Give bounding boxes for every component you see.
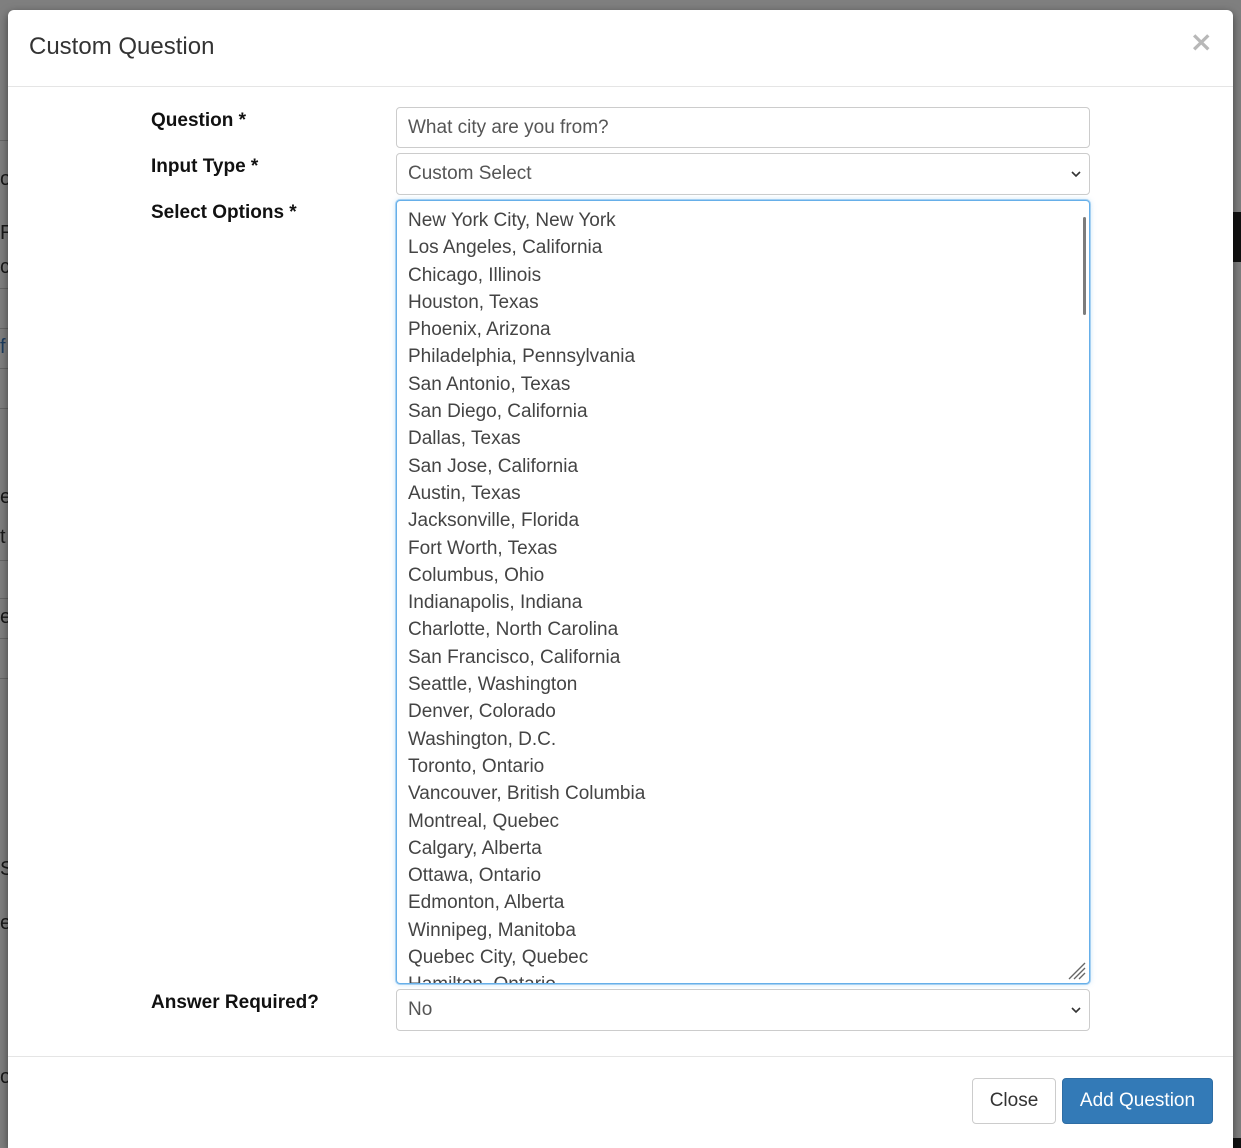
option-line: San Antonio, Texas — [408, 373, 571, 395]
modal-header: Custom Question × — [8, 10, 1233, 87]
select-options-textarea[interactable]: New York City, New York Los Angeles, Cali… — [396, 200, 1090, 984]
option-line: Los Angeles, California — [408, 237, 603, 259]
option-line: Chicago, Illinois — [408, 264, 542, 286]
option-line: Phoenix, Arizona — [408, 319, 551, 341]
answer-required-select[interactable]: No — [396, 989, 1090, 1031]
option-line: Houston, Texas — [408, 291, 539, 313]
option-line: Charlotte, North Carolina — [408, 619, 619, 641]
modal-footer: Close Add Question — [8, 1056, 1233, 1148]
option-line: Philadelphia, Pennsylvania — [408, 346, 636, 368]
answer-required-label: Answer Required? — [151, 992, 319, 1013]
option-line: Seattle, Washington — [408, 674, 578, 696]
option-line: Montreal, Quebec — [408, 810, 560, 832]
option-line: Toronto, Ontario — [408, 755, 545, 777]
option-line: Quebec City, Quebec — [408, 947, 589, 969]
option-line: New York City, New York — [408, 210, 616, 231]
option-line: Calgary, Alberta — [408, 837, 542, 859]
chevron-down-icon — [1071, 1007, 1081, 1014]
option-line: San Diego, California — [408, 401, 588, 423]
option-line: Washington, D.C. — [408, 728, 557, 750]
input-type-value: Custom Select — [408, 163, 532, 184]
option-line: Columbus, Ohio — [408, 564, 545, 586]
question-input[interactable]: What city are you from? — [396, 107, 1090, 148]
option-line: Winnipeg, Manitoba — [408, 919, 576, 941]
option-line: Hamilton, Ontario — [408, 971, 1078, 983]
option-line: Vancouver, British Columbia — [408, 783, 646, 805]
option-line: Edmonton, Alberta — [408, 892, 565, 914]
option-line: Austin, Texas — [408, 482, 521, 504]
input-type-select[interactable]: Custom Select — [396, 153, 1090, 195]
option-line: Dallas, Texas — [408, 428, 521, 450]
input-type-label: Input Type * — [151, 156, 259, 177]
option-line: Denver, Colorado — [408, 701, 556, 723]
close-icon[interactable]: × — [1190, 28, 1213, 56]
custom-question-modal: Custom Question × Question * What city a… — [8, 10, 1233, 1148]
option-line: Jacksonville, Florida — [408, 510, 580, 532]
option-line: Ottawa, Ontario — [408, 865, 542, 887]
chevron-down-icon — [1071, 171, 1081, 178]
select-options-label: Select Options * — [151, 202, 297, 223]
option-line: San Francisco, California — [408, 646, 621, 668]
options-list: New York City, New York Los Angeles, Cali… — [408, 207, 1078, 983]
resize-handle-icon[interactable] — [1065, 959, 1087, 981]
scrollbar-thumb[interactable] — [1083, 217, 1086, 315]
close-button[interactable]: Close — [972, 1078, 1056, 1124]
option-line: Indianapolis, Indiana — [408, 592, 583, 614]
modal-title: Custom Question — [29, 33, 215, 60]
add-question-button[interactable]: Add Question — [1062, 1078, 1213, 1124]
option-line: San Jose, California — [408, 455, 579, 477]
question-label: Question * — [151, 110, 247, 131]
option-line: Fort Worth, Texas — [408, 537, 558, 559]
answer-required-value: No — [408, 999, 433, 1020]
